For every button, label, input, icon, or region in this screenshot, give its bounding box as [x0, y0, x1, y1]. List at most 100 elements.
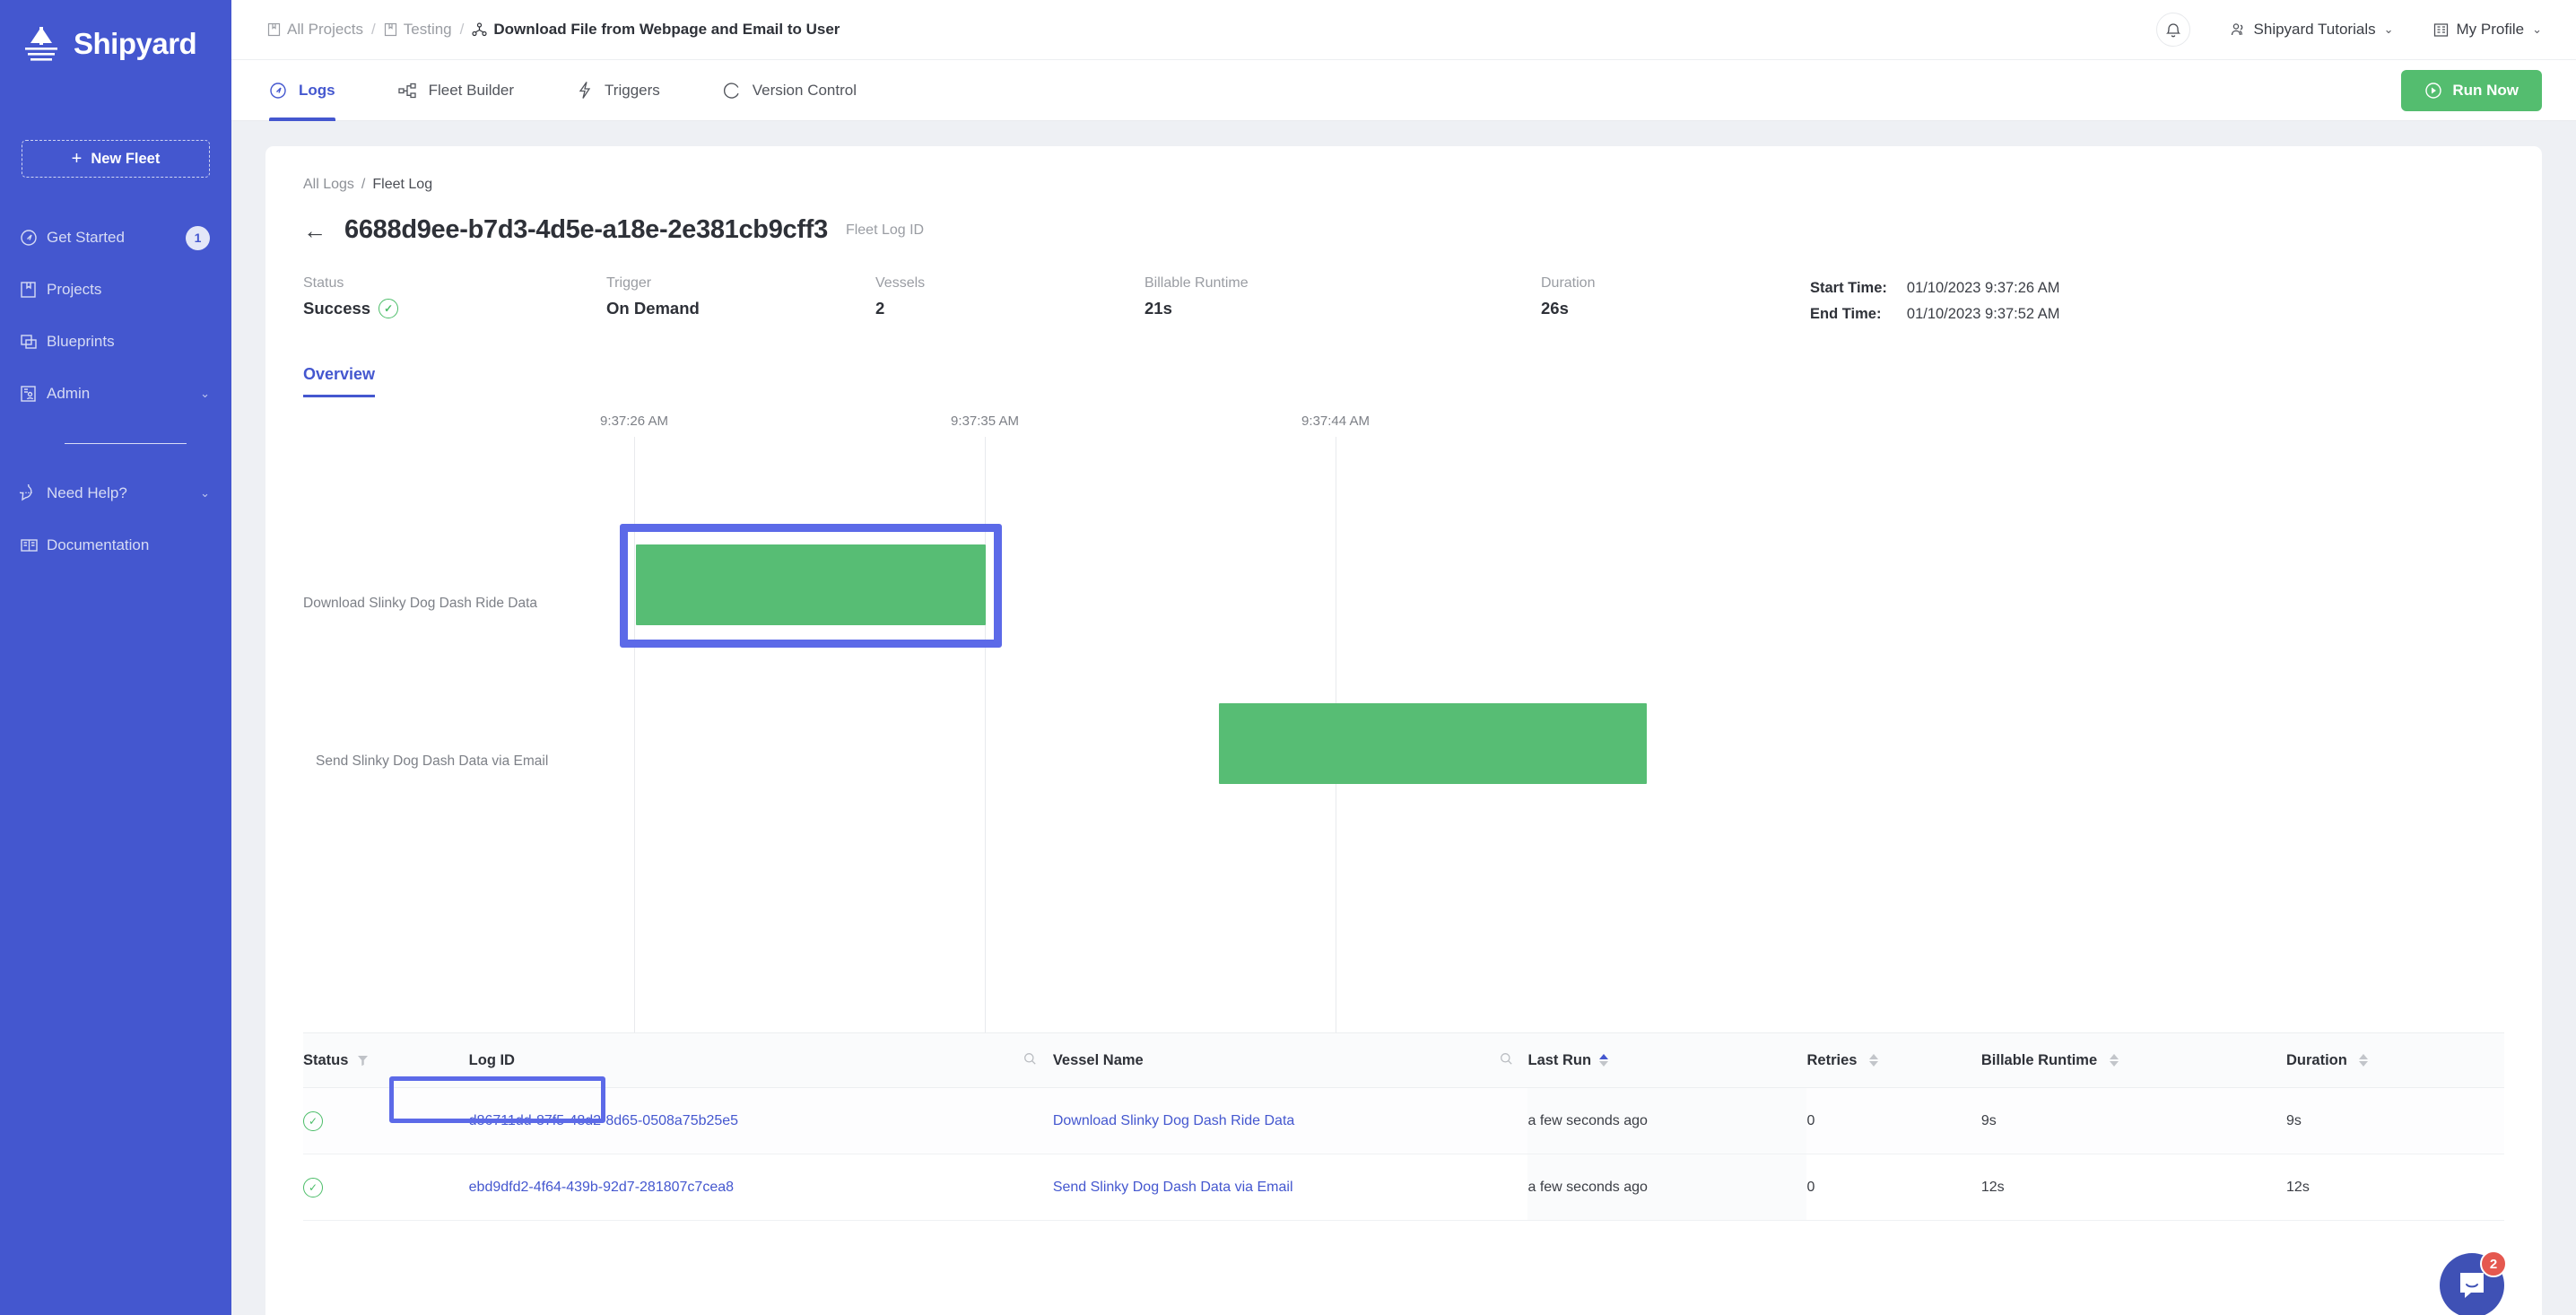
sidebar-item-label: Get Started: [47, 229, 125, 246]
breadcrumb-label: Testing: [403, 21, 452, 38]
sidebar-item-need-help[interactable]: Need Help? ⌄: [0, 467, 231, 519]
col-vessel-name[interactable]: Vessel Name: [1053, 1052, 1528, 1069]
meta-vessels: Vessels 2: [875, 275, 1144, 327]
sidebar-item-admin[interactable]: Admin ⌄: [0, 368, 231, 420]
table-header-row: Status Log ID Vessel Name Last Run Retri…: [303, 1032, 2504, 1088]
overview-tab-wrap: Overview: [303, 327, 2504, 397]
sidebar-item-label: Need Help?: [47, 484, 127, 501]
cell-status: ✓: [303, 1110, 469, 1131]
sidebar-nav: Get Started 1 Projects Blueprints Admin …: [0, 212, 231, 571]
start-time-label: Start Time:: [1810, 280, 1887, 296]
table-row[interactable]: ✓ d86711dd-87f5-48d2-8d65-0508a75b25e5 D…: [303, 1076, 2504, 1154]
column-label: Billable Runtime: [1980, 1051, 2098, 1068]
column-label: Last Run: [1527, 1051, 1592, 1068]
col-status[interactable]: Status: [303, 1052, 469, 1069]
plus-icon: +: [71, 149, 83, 169]
breadcrumb-label: Download File from Webpage and Email to …: [493, 21, 840, 38]
book-icon: [20, 281, 47, 299]
meta-label: Vessels: [875, 275, 926, 291]
gantt-bar-send-email[interactable]: [1219, 703, 1647, 784]
tab-fleet-builder[interactable]: Fleet Builder: [397, 60, 537, 121]
profile-menu[interactable]: My Profile ⌄: [2433, 21, 2542, 39]
notifications-button[interactable]: [2155, 13, 2190, 47]
back-arrow-icon[interactable]: ←: [303, 219, 326, 242]
col-log-id[interactable]: Log ID: [469, 1052, 1053, 1069]
cell-log-id: d86711dd-87f5-48d2-8d65-0508a75b25e5: [469, 1113, 1053, 1129]
search-icon[interactable]: [1500, 1052, 1513, 1066]
project-icon: [384, 22, 397, 37]
search-icon[interactable]: [1023, 1052, 1037, 1066]
sidebar-item-label: Projects: [47, 281, 102, 298]
vessel-name-link[interactable]: Send Slinky Dog Dash Data via Email: [1053, 1180, 1293, 1195]
col-duration[interactable]: Duration: [2286, 1052, 2504, 1069]
meta-trigger: Trigger On Demand: [606, 275, 875, 327]
cell-duration: 12s: [2286, 1179, 2310, 1195]
sort-icon[interactable]: [1869, 1054, 1879, 1067]
filter-icon[interactable]: [357, 1055, 369, 1067]
org-switcher-label: Shipyard Tutorials: [2253, 21, 2376, 38]
brand-logo[interactable]: Shipyard: [0, 16, 231, 63]
sidebar-divider: [65, 443, 187, 444]
check-circle-icon: ✓: [303, 1110, 323, 1131]
column-label: Retries: [1806, 1051, 1858, 1068]
sort-icon[interactable]: [2109, 1054, 2119, 1067]
tab-triggers[interactable]: Triggers: [577, 60, 683, 121]
tab-overview[interactable]: Overview: [303, 365, 376, 397]
breadcrumb-all-logs[interactable]: All Logs: [303, 177, 354, 193]
breadcrumb-separator: /: [361, 177, 366, 192]
col-billable-runtime[interactable]: Billable Runtime: [1981, 1052, 2286, 1069]
status-text: Success: [303, 299, 371, 318]
table-row[interactable]: ✓ ebd9dfd2-4f64-439b-92d7-281807c7cea8 S…: [303, 1154, 2504, 1221]
cell-billable-runtime: 12s: [1980, 1179, 2005, 1195]
top-bar-actions: Shipyard Tutorials ⌄ My Profile ⌄: [2155, 13, 2542, 47]
blueprint-icon: [20, 333, 47, 351]
cell-last-run: a few seconds ago: [1527, 1154, 1807, 1220]
history-icon: [723, 82, 741, 100]
meta-billable-runtime: Billable Runtime 21s: [1144, 275, 1541, 327]
log-id-link[interactable]: d86711dd-87f5-48d2-8d65-0508a75b25e5: [469, 1113, 738, 1128]
org-switcher[interactable]: Shipyard Tutorials ⌄: [2230, 21, 2394, 39]
breadcrumb-all-projects[interactable]: All Projects: [267, 21, 363, 39]
x-axis-tick: 9:37:44 AM: [1301, 414, 1370, 429]
meta-times: Start Time: End Time: 01/10/2023 9:37:26…: [1810, 275, 2060, 327]
sort-icon[interactable]: [1599, 1054, 1609, 1067]
cell-vessel-name: Send Slinky Dog Dash Data via Email: [1053, 1180, 1528, 1196]
meta-value: 2: [875, 299, 885, 318]
cell-vessel-name: Download Slinky Dog Dash Ride Data: [1053, 1113, 1528, 1129]
check-circle-icon: ✓: [379, 299, 399, 318]
tab-version-control[interactable]: Version Control: [723, 60, 880, 121]
run-now-label: Run Now: [2452, 81, 2519, 99]
breadcrumb-separator: /: [459, 21, 465, 38]
gantt-chart: 9:37:26 AM 9:37:35 AM 9:37:44 AM Downloa…: [303, 414, 2504, 1032]
new-fleet-button[interactable]: + New Fleet: [22, 140, 210, 178]
fleet-log-card: All Logs / Fleet Log ← 6688d9ee-b7d3-4d5…: [265, 146, 2542, 1315]
run-now-button[interactable]: Run Now: [2401, 69, 2542, 111]
cell-retries: 0: [1806, 1179, 1815, 1195]
sidebar-item-projects[interactable]: Projects: [0, 264, 231, 316]
sort-icon[interactable]: [2359, 1054, 2369, 1067]
tab-logs[interactable]: Logs: [269, 60, 359, 121]
log-id-link[interactable]: ebd9dfd2-4f64-439b-92d7-281807c7cea8: [469, 1180, 734, 1195]
breadcrumb-testing[interactable]: Testing: [384, 21, 452, 39]
cell-log-id: ebd9dfd2-4f64-439b-92d7-281807c7cea8: [469, 1180, 1053, 1196]
chat-icon: [2457, 1271, 2487, 1300]
sidebar-item-blueprints[interactable]: Blueprints: [0, 316, 231, 368]
book-open-icon: [20, 537, 47, 553]
col-retries[interactable]: Retries: [1806, 1052, 1980, 1069]
top-bar: All Projects / Testing / Download File f…: [231, 0, 2576, 60]
sidebar-item-get-started[interactable]: Get Started 1: [0, 212, 231, 264]
chevron-down-icon: ⌄: [200, 486, 210, 500]
tab-label: Fleet Builder: [428, 81, 515, 99]
chat-widget-button[interactable]: 2: [2440, 1250, 2507, 1315]
breadcrumb-current-fleet: Download File from Webpage and Email to …: [472, 21, 840, 39]
meta-value: Success ✓: [303, 299, 606, 318]
vessel-name-link[interactable]: Download Slinky Dog Dash Ride Data: [1053, 1113, 1294, 1128]
meta-label: Duration: [1541, 275, 1596, 291]
compass-icon: [20, 229, 47, 247]
fleet-icon: [472, 22, 487, 37]
gantt-bar-download[interactable]: [636, 544, 986, 625]
profile-card-icon: [2433, 22, 2449, 38]
sidebar-item-label: Admin: [47, 385, 91, 402]
col-last-run[interactable]: Last Run: [1527, 1033, 1807, 1087]
sidebar-item-documentation[interactable]: Documentation: [0, 519, 231, 571]
